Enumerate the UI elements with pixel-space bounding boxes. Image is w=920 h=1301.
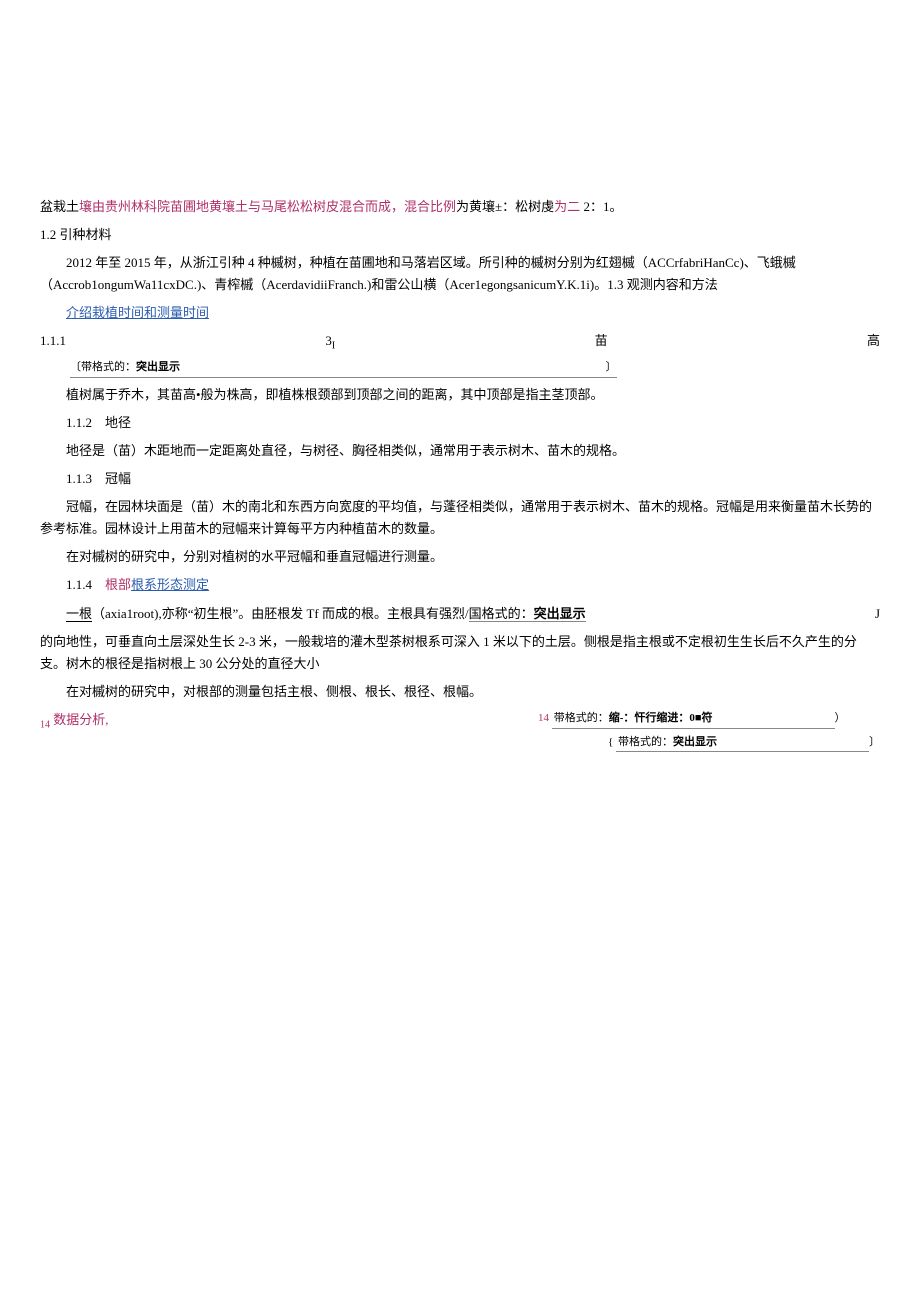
- format-inline: 国格式的：突出显示: [469, 606, 586, 622]
- bracket-close: ）: [835, 712, 846, 724]
- paragraph-axial-root: 一根（axia1root),亦称“初生根”。由胚根发 Tf 而成的根。主根具有强…: [40, 603, 880, 625]
- bracket-open: 〔: [70, 361, 81, 373]
- format-label: 带格式的：: [618, 736, 673, 748]
- document-page: 盆栽土壤由贵州林科院苗圃地黄壤土与马尾松松树皮混合而成，混合比例为黄壤±：松树虔…: [0, 0, 920, 792]
- text: （axia1root),亦称“初生根”。由胚根发 Tf 而成的根。主根具有强烈/: [92, 606, 469, 621]
- text: 2：1。: [580, 199, 622, 214]
- format-value: 缩-：忓行缩进：0: [609, 712, 695, 724]
- paragraph-ground-diameter: 地径是（苗）木距地而一定距离处直径，与树径、胸径相类似，通常用于表示树木、苗木的…: [40, 440, 880, 462]
- text: 盆栽土: [40, 199, 79, 214]
- text: 高: [867, 330, 880, 355]
- heading-1-1-4: 1.1.4 根部根系形态测定: [40, 574, 880, 596]
- text: 为黄壤±：松树虔: [456, 199, 554, 214]
- heading-1-1-2: 1.1.2 地径: [40, 412, 880, 434]
- footnote-num: 14: [40, 719, 50, 730]
- bracket-close: 〕: [869, 736, 880, 748]
- format-label: 带格式的：: [81, 361, 136, 373]
- text-red: 根部: [105, 577, 131, 592]
- heading-num: 1.1.1: [40, 330, 66, 355]
- bracket-open: {: [608, 736, 616, 748]
- link-text[interactable]: 介绍栽植时间和测量时间: [66, 305, 209, 320]
- text-underline: 一根: [66, 606, 92, 622]
- paragraph-soil: 盆栽土壤由贵州林科院苗圃地黄壤土与马尾松松树皮混合而成，混合比例为黄壤±：松树虔…: [40, 196, 880, 218]
- heading-1-2: 1.2 引种材料: [40, 224, 880, 246]
- row-1-1-1: 1.1.1 3I 苗 高: [40, 330, 880, 355]
- heading-num: 1.1.4: [66, 577, 105, 592]
- link-root-morphology[interactable]: 根系形态测定: [131, 577, 209, 592]
- format-comment: 〔带格式的：突出显示 〕: [40, 355, 880, 378]
- row-data-analysis: 14 数据分析, 14 带格式的：缩-：忓行缩进：0■符） { 带格式的：突出显…: [40, 709, 880, 752]
- text: 3I: [325, 330, 335, 355]
- paragraph-crown-width: 冠幅，在园林块面是（苗）木的南北和东西方向宽度的平均值，与蓬径相类似，通常用于表…: [40, 496, 880, 540]
- text: 苗: [595, 330, 608, 355]
- paragraph-root-measure: 在对槭树的研究中，对根部的测量包括主根、侧根、根长、根径、根幅。: [40, 681, 880, 703]
- text-j: J: [875, 603, 880, 625]
- paragraph-intro-species: 2012 年至 2015 年，从浙江引种 4 种槭树，种植在苗圃地和马落岩区域。…: [40, 252, 880, 296]
- link-planting-time: 介绍栽植时间和测量时间: [40, 302, 880, 324]
- paragraph-crown-measure: 在对槭树的研究中，分别对植树的水平冠幅和垂直冠幅进行测量。: [40, 546, 880, 568]
- format-label: 带格式的：: [554, 712, 609, 724]
- text-red: 数据分析,: [50, 712, 109, 727]
- bracket-close: 〕: [606, 361, 617, 373]
- format-value: 突出显示: [136, 361, 180, 373]
- paragraph-seedling-height: 植树属于乔木，其苗高•般为株高，即植株根颈部到顶部之间的距离，其中顶部是指主茎顶…: [40, 384, 880, 406]
- text-red: 壤由贵州林科院苗圃地黄壤土与马尾松松树皮混合而成，混合比例: [79, 199, 456, 214]
- format-value: 突出显示: [673, 736, 717, 748]
- text-red: 为二: [554, 199, 580, 214]
- format-notes-right: 14 带格式的：缩-：忓行缩进：0■符） { 带格式的：突出显示〕: [538, 709, 880, 752]
- footnote-num: 14: [538, 712, 552, 724]
- heading-1-1-3: 1.1.3 冠幅: [40, 468, 880, 490]
- paragraph-root-depth: 的向地性，可垂直向土层深处生长 2-3 米，一般栽培的灌木型茶树根系可深入 1 …: [40, 631, 880, 675]
